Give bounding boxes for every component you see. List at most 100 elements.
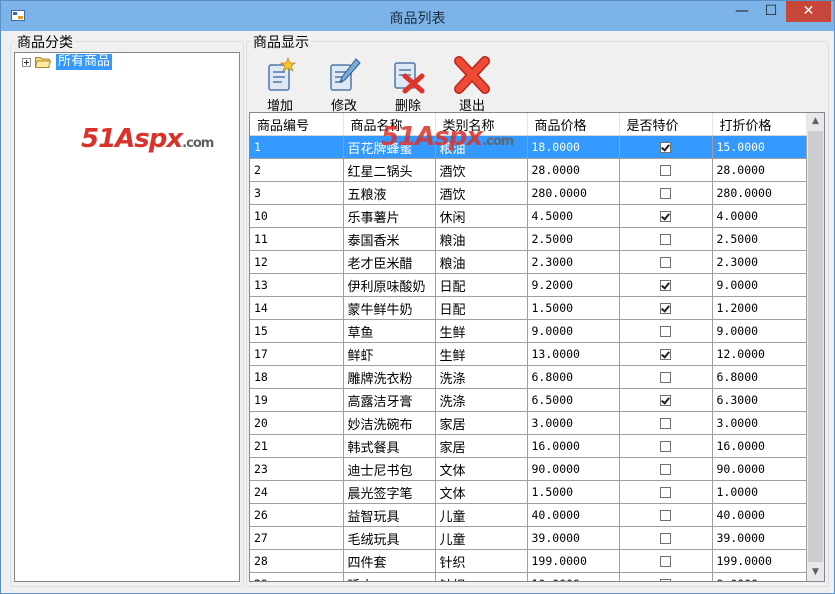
table-row[interactable]: 21 韩式餐具 家居 16.0000 16.0000 xyxy=(250,434,807,458)
cell-id[interactable]: 24 xyxy=(250,480,344,504)
cell-category[interactable]: 酒饮 xyxy=(435,158,528,182)
special-checkbox[interactable] xyxy=(660,210,671,222)
special-checkbox[interactable] xyxy=(660,187,671,199)
special-checkbox[interactable] xyxy=(660,256,671,268)
table-row[interactable]: 29睡衣针织10.0000 9.0000 xyxy=(250,572,807,581)
cell-discount[interactable]: 6.8000 xyxy=(712,365,807,389)
cell-special[interactable] xyxy=(619,273,713,297)
cell-name[interactable]: 伊利原味酸奶 xyxy=(343,273,436,297)
special-checkbox[interactable] xyxy=(660,509,671,521)
vertical-scrollbar[interactable]: ▲ ▼ xyxy=(807,113,824,581)
cell-id[interactable]: 19 xyxy=(250,388,344,412)
cell-price[interactable]: 2.3000 xyxy=(527,250,620,274)
table-row[interactable]: 28 四件套 针织 199.0000 199.0000 xyxy=(250,549,807,573)
cell-special[interactable] xyxy=(619,181,713,205)
special-checkbox[interactable] xyxy=(660,302,671,314)
cell-category[interactable]: 家居 xyxy=(435,411,528,435)
table-row[interactable]: 24 晨光签字笔 文体 1.5000 1.0000 xyxy=(250,480,807,504)
special-checkbox[interactable] xyxy=(660,164,671,176)
cell-id[interactable]: 12 xyxy=(250,250,344,274)
cell-category[interactable]: 儿童 xyxy=(435,526,528,550)
cell-price[interactable]: 6.5000 xyxy=(527,388,620,412)
table-row[interactable]: 11 泰国香米 粮油 2.5000 2.5000 xyxy=(250,227,807,251)
cell-category[interactable]: 粮油 xyxy=(435,250,528,274)
column-header[interactable]: 商品编号 xyxy=(250,113,344,136)
special-checkbox[interactable] xyxy=(660,532,671,544)
table-row[interactable]: 23 迪士尼书包 文体 90.0000 90.0000 xyxy=(250,457,807,481)
cell-category[interactable]: 生鲜 xyxy=(435,342,528,366)
cell-price[interactable]: 199.0000 xyxy=(527,549,620,573)
cell-id[interactable]: 3 xyxy=(250,181,344,205)
cell-name[interactable]: 鲜虾 xyxy=(343,342,436,366)
cell-price[interactable]: 13.0000 xyxy=(527,342,620,366)
special-checkbox[interactable] xyxy=(660,325,671,337)
cell-price[interactable]: 18.0000 xyxy=(527,135,620,159)
close-button[interactable]: ✕ xyxy=(786,1,831,22)
cell-special[interactable] xyxy=(619,434,713,458)
table-row[interactable]: 14 蒙牛鲜牛奶 日配 1.5000 1.2000 xyxy=(250,296,807,320)
tree-node-all-products[interactable]: 所有商品 xyxy=(56,54,113,70)
cell-discount[interactable]: 6.3000 xyxy=(712,388,807,412)
cell-discount[interactable]: 1.2000 xyxy=(712,296,807,320)
table-row[interactable]: 15 草鱼 生鲜 9.0000 9.0000 xyxy=(250,319,807,343)
cell-price[interactable]: 1.5000 xyxy=(527,480,620,504)
exit-button[interactable]: 退出 xyxy=(447,56,497,114)
cell-id[interactable]: 20 xyxy=(250,411,344,435)
cell-name[interactable]: 高露洁牙膏 xyxy=(343,388,436,412)
cell-discount[interactable]: 12.0000 xyxy=(712,342,807,366)
cell-name[interactable]: 雕牌洗衣粉 xyxy=(343,365,436,389)
cell-special[interactable] xyxy=(619,526,713,550)
table-row[interactable]: 27 毛绒玩具 儿童 39.0000 39.0000 xyxy=(250,526,807,550)
cell-category[interactable]: 日配 xyxy=(435,273,528,297)
cell-id[interactable]: 21 xyxy=(250,434,344,458)
cell-name[interactable]: 毛绒玩具 xyxy=(343,526,436,550)
cell-discount[interactable]: 9.0000 xyxy=(712,319,807,343)
cell-category[interactable]: 日配 xyxy=(435,296,528,320)
cell-discount[interactable]: 3.0000 xyxy=(712,411,807,435)
maximize-button[interactable]: ☐ xyxy=(757,1,785,22)
cell-discount[interactable]: 15.0000 xyxy=(712,135,807,159)
cell-name[interactable]: 红星二锅头 xyxy=(343,158,436,182)
cell-id[interactable]: 10 xyxy=(250,204,344,228)
table-row[interactable]: 20 妙洁洗碗布 家居 3.0000 3.0000 xyxy=(250,411,807,435)
cell-special[interactable] xyxy=(619,204,713,228)
cell-price[interactable]: 28.0000 xyxy=(527,158,620,182)
cell-id[interactable]: 2 xyxy=(250,158,344,182)
cell-special[interactable] xyxy=(619,342,713,366)
cell-id[interactable]: 26 xyxy=(250,503,344,527)
cell-price[interactable]: 3.0000 xyxy=(527,411,620,435)
cell-discount[interactable]: 2.5000 xyxy=(712,227,807,251)
delete-button[interactable]: 删除 xyxy=(383,56,433,114)
cell-id[interactable]: 14 xyxy=(250,296,344,320)
cell-price[interactable]: 39.0000 xyxy=(527,526,620,550)
cell-id[interactable]: 23 xyxy=(250,457,344,481)
cell-special[interactable] xyxy=(619,411,713,435)
cell-name[interactable]: 五粮液 xyxy=(343,181,436,205)
cell-category[interactable]: 文体 xyxy=(435,457,528,481)
scroll-thumb[interactable] xyxy=(808,131,823,562)
cell-special[interactable] xyxy=(619,227,713,251)
cell-price[interactable]: 2.5000 xyxy=(527,227,620,251)
cell-discount[interactable]: 1.0000 xyxy=(712,480,807,504)
cell-name[interactable]: 泰国香米 xyxy=(343,227,436,251)
minimize-button[interactable]: — xyxy=(727,1,757,22)
table-row[interactable]: 13 伊利原味酸奶 日配 9.2000 9.0000 xyxy=(250,273,807,297)
cell-id[interactable]: 1 xyxy=(250,135,344,159)
cell-special[interactable] xyxy=(619,319,713,343)
cell-category[interactable]: 文体 xyxy=(435,480,528,504)
special-checkbox[interactable] xyxy=(660,279,671,291)
table-row[interactable]: 1 百花牌蜂蜜 粮油 18.0000 15.0000 xyxy=(250,135,807,159)
cell-discount[interactable]: 90.0000 xyxy=(712,457,807,481)
edit-button[interactable]: 修改 xyxy=(319,56,369,114)
cell-discount[interactable]: 40.0000 xyxy=(712,503,807,527)
cell-id[interactable]: 11 xyxy=(250,227,344,251)
cell-special[interactable] xyxy=(619,503,713,527)
cell-discount[interactable]: 39.0000 xyxy=(712,526,807,550)
cell-category[interactable]: 洗涤 xyxy=(435,388,528,412)
cell-special[interactable] xyxy=(619,250,713,274)
cell-special[interactable] xyxy=(619,158,713,182)
cell-name[interactable]: 蒙牛鲜牛奶 xyxy=(343,296,436,320)
cell-price[interactable]: 1.5000 xyxy=(527,296,620,320)
cell-discount[interactable]: 9.0000 xyxy=(712,273,807,297)
cell-name[interactable]: 晨光签字笔 xyxy=(343,480,436,504)
